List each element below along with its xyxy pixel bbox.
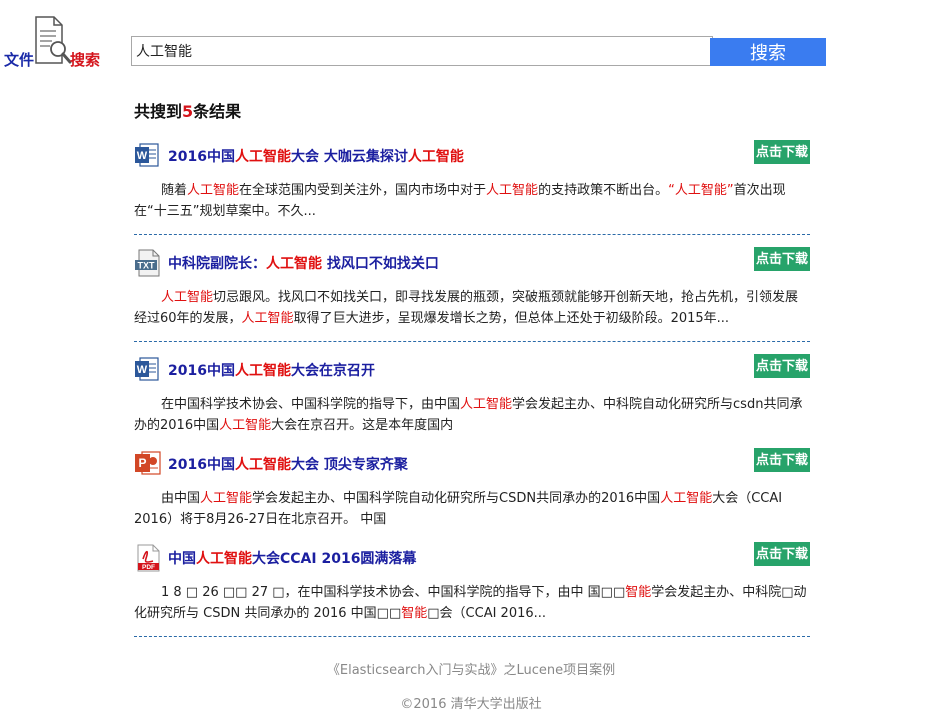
result-item: W 2016中国人工智能大会在京召开 点击下载 在中国科学技术协会、中国科学院的指导下…: [134, 354, 810, 436]
snippet-text: 在全球范围内受到关注外，国内市场中对于: [239, 183, 487, 198]
footer-book-title: 《Elasticsearch入门与实战》之Lucene项目案例: [326, 663, 616, 678]
download-button[interactable]: 点击下载: [754, 448, 810, 472]
title-text: 2016中国: [168, 149, 235, 165]
result-snippet: 由中国人工智能学会发起主办、中国科学院自动化研究所与CSDN共同承办的2016中…: [134, 488, 810, 530]
ppt-icon: P: [134, 450, 161, 478]
result-divider: [134, 341, 810, 342]
snippet-keyword: 智能: [625, 585, 652, 600]
snippet-keyword: 人工智能: [200, 491, 253, 506]
snippet-keyword: “人工智能”: [668, 183, 734, 198]
result-summary: 共搜到5条结果: [134, 98, 241, 122]
snippet-keyword: 智能: [401, 606, 428, 621]
snippet-keyword: 人工智能: [187, 183, 240, 198]
title-keyword: 人工智能: [266, 256, 322, 272]
snippet-keyword: 人工智能: [486, 183, 539, 198]
result-item: PDF 中国人工智能大会CCAI 2016圆满落幕 点击下载 1 8 □ 26 □□ …: [134, 542, 810, 637]
snippet-text: 取得了巨大进步，呈现爆发增长之势，但总体上还处于初级阶段。2015年...: [293, 311, 730, 326]
result-title-link[interactable]: 中国人工智能大会CCAI 2016圆满落幕: [168, 548, 416, 568]
download-button[interactable]: 点击下载: [754, 140, 810, 164]
result-snippet: 人工智能切忌跟风。找风口不如找关口，即寻找发展的瓶颈，突破瓶颈就能够开创新天地，…: [134, 287, 810, 329]
svg-text:TXT: TXT: [138, 261, 156, 271]
title-keyword: 人工智能: [234, 363, 291, 379]
result-title-link[interactable]: 2016中国人工智能大会在京召开: [168, 360, 375, 380]
snippet-keyword: 人工智能: [241, 311, 294, 326]
title-text: 中国: [168, 551, 196, 567]
snippet-text: 在中国科学技术协会、中国科学院的指导下，由中国: [161, 397, 461, 412]
result-header: TXT 中科院副院长：人工智能 找风口不如找关口 点击下载: [134, 247, 810, 277]
title-keyword: 人工智能: [196, 551, 252, 567]
snippet-text: 的支持政策不断出台。: [538, 183, 669, 198]
word-icon: W: [134, 142, 160, 170]
title-text: 大会 大咖云集探讨: [290, 149, 408, 165]
svg-text:P: P: [138, 456, 146, 470]
title-text: 大会CCAI 2016圆满落幕: [252, 551, 417, 567]
pdf-icon: PDF: [134, 544, 160, 572]
result-title-link[interactable]: 2016中国人工智能大会 大咖云集探讨人工智能: [168, 146, 464, 166]
title-text: 中科院副院长：: [168, 256, 266, 272]
svg-text:PDF: PDF: [142, 564, 155, 571]
snippet-text: 由中国: [161, 491, 201, 506]
download-button[interactable]: 点击下载: [754, 247, 810, 271]
logo-text-file: 文件: [4, 51, 35, 69]
result-item: W 2016中国人工智能大会 大咖云集探讨人工智能 点击下载 随着人工智能在全球范围内…: [134, 140, 810, 235]
result-item: TXT 中科院副院长：人工智能 找风口不如找关口 点击下载 人工智能切忌跟风。找风口不…: [134, 247, 810, 342]
svg-text:W: W: [137, 364, 148, 376]
snippet-keyword: 人工智能: [219, 418, 272, 433]
summary-suffix: 条结果: [193, 102, 242, 121]
result-divider: [134, 636, 810, 637]
txt-icon: TXT: [134, 249, 160, 277]
snippet-text: 随着: [161, 183, 188, 198]
title-keyword: 人工智能: [407, 149, 464, 165]
logo-text-search: 搜索: [70, 51, 101, 69]
search-input[interactable]: [131, 36, 713, 66]
title-text: 找风口不如找关口: [322, 256, 439, 272]
svg-text:W: W: [137, 150, 148, 162]
result-header: PDF 中国人工智能大会CCAI 2016圆满落幕 点击下载: [134, 542, 810, 572]
result-header: W 2016中国人工智能大会在京召开 点击下载: [134, 354, 810, 382]
snippet-keyword: 人工智能: [460, 397, 513, 412]
result-title-link[interactable]: 2016中国人工智能大会 顶尖专家齐聚: [168, 454, 408, 474]
snippet-text: 大会在京召开。这是本年度国内: [271, 418, 454, 433]
snippet-keyword: 人工智能: [660, 491, 713, 506]
download-button[interactable]: 点击下载: [754, 542, 810, 566]
document-search-icon: [35, 16, 72, 64]
snippet-text: 1 8 □ 26 □□ 27 □，在中国科学技术协会、中国科学院的指导下，由中 …: [161, 585, 626, 600]
result-snippet: 随着人工智能在全球范围内受到关注外，国内市场中对于人工智能的支持政策不断出台。“…: [134, 180, 810, 222]
snippet-text: □会（CCAI 2016...: [427, 606, 547, 621]
search-button[interactable]: 搜索: [710, 38, 826, 66]
snippet-text: 学会发起主办、中国科学院自动化研究所与CSDN共同承办的2016中国: [252, 491, 661, 506]
result-header: W 2016中国人工智能大会 大咖云集探讨人工智能 点击下载: [134, 140, 810, 168]
result-header: P 2016中国人工智能大会 顶尖专家齐聚 点击下载: [134, 448, 810, 476]
result-count: 5: [182, 102, 194, 121]
footer-copyright: ©2016 清华大学出版社: [400, 697, 542, 712]
title-text: 2016中国: [168, 457, 235, 473]
summary-prefix: 共搜到: [134, 102, 183, 121]
title-keyword: 人工智能: [234, 149, 291, 165]
result-snippet: 在中国科学技术协会、中国科学院的指导下，由中国人工智能学会发起主办、中科院自动化…: [134, 394, 810, 436]
title-keyword: 人工智能: [234, 457, 291, 473]
word-icon: W: [134, 356, 160, 384]
download-button[interactable]: 点击下载: [754, 354, 810, 378]
logo: 文件 搜索: [4, 15, 104, 73]
title-text: 2016中国: [168, 363, 235, 379]
result-divider: [134, 234, 810, 235]
result-snippet: 1 8 □ 26 □□ 27 □，在中国科学技术协会、中国科学院的指导下，由中 …: [134, 582, 810, 624]
results-list: W 2016中国人工智能大会 大咖云集探讨人工智能 点击下载 随着人工智能在全球范围内…: [134, 140, 810, 637]
snippet-keyword: 人工智能: [161, 290, 214, 305]
title-text: 大会 顶尖专家齐聚: [290, 457, 408, 473]
result-item: P 2016中国人工智能大会 顶尖专家齐聚 点击下载 由中国人工智能学会发起主办、中国…: [134, 448, 810, 530]
result-title-link[interactable]: 中科院副院长：人工智能 找风口不如找关口: [168, 253, 439, 273]
title-text: 大会在京召开: [290, 363, 375, 379]
